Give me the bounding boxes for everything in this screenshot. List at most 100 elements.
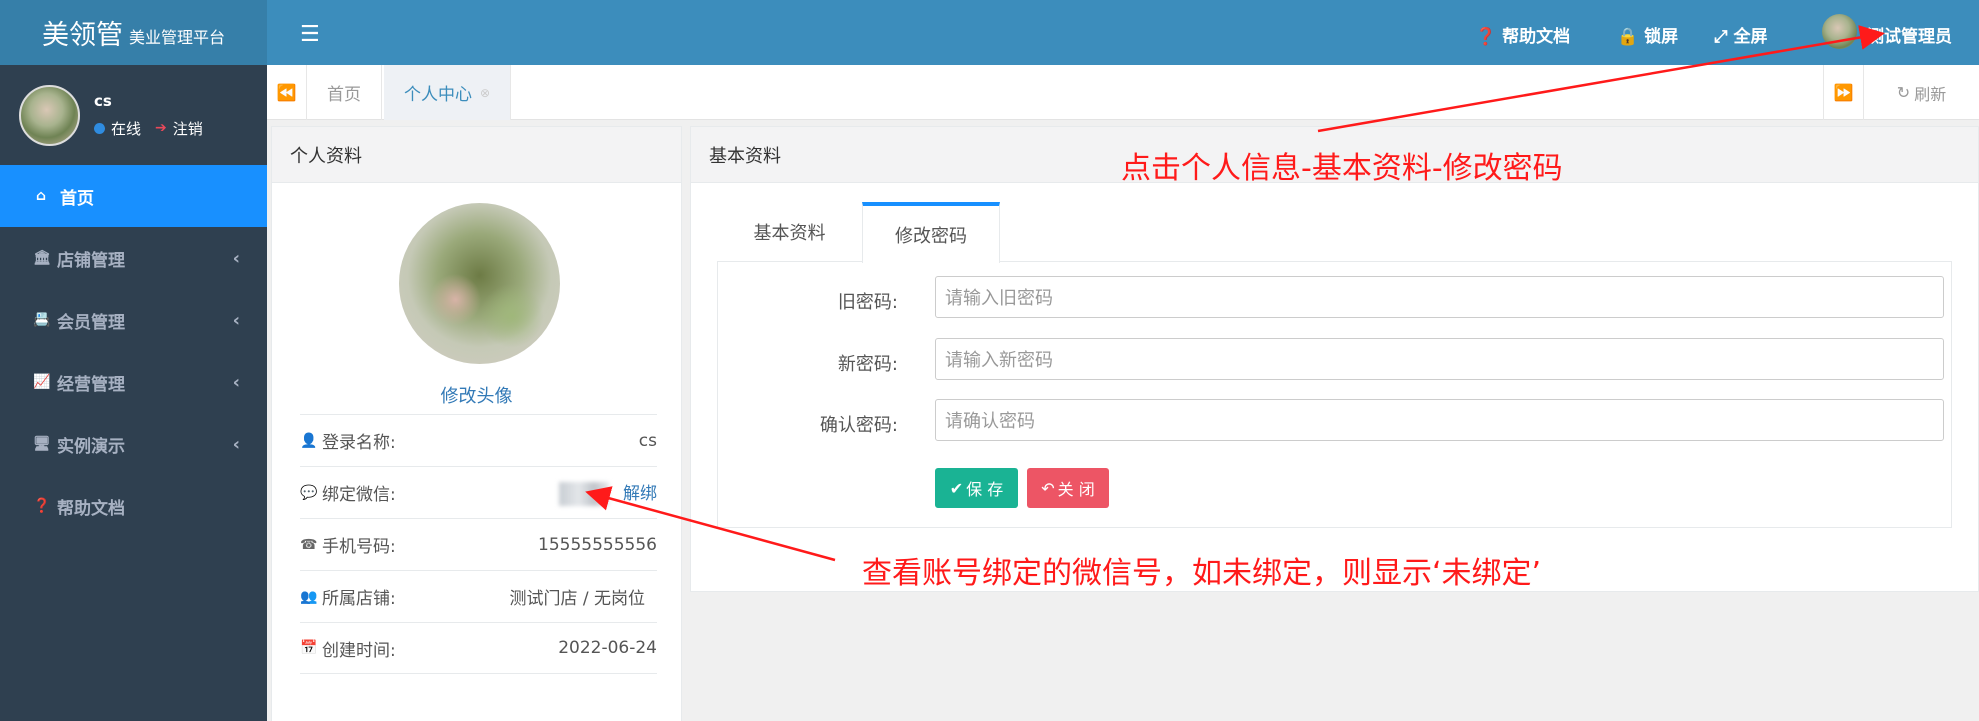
admin-avatar[interactable]: [1822, 14, 1857, 49]
sidebar-item-member[interactable]: 📇 会员管理 ‹: [0, 289, 267, 351]
chevron-left-icon: ‹: [232, 433, 240, 455]
wechat-account-blurred: [559, 482, 609, 506]
online-dot-icon: [94, 122, 105, 134]
close-button[interactable]: ↶ 关 闭: [1027, 468, 1109, 508]
user-avatar[interactable]: [19, 84, 80, 146]
desktop-icon: 🖥: [33, 436, 51, 452]
sidebar-item-label: 会员管理: [57, 312, 125, 333]
fullscreen-label: 全屏: [1733, 27, 1768, 47]
info-label: 所属店铺:: [322, 589, 396, 609]
info-value: 测试门店 / 无岗位: [509, 589, 645, 609]
check-icon: ✔: [949, 478, 964, 498]
brand[interactable]: 美领管 美业管理平台: [0, 0, 267, 65]
refresh-icon: ↻: [1896, 83, 1911, 102]
new-password-input[interactable]: 请输入新密码: [935, 338, 1944, 380]
sidebar: 美领管 美业管理平台 cs 在线 ➔ 注销 ⌂ 首页 🏛 店铺管理 ‹ 📇 会员…: [0, 0, 267, 721]
old-password-input[interactable]: 请输入旧密码: [935, 276, 1944, 318]
new-password-label: 新密码:: [837, 354, 898, 375]
info-row-store: 👥 所属店铺: 测试门店 / 无岗位: [300, 570, 657, 622]
unbind-link[interactable]: 解绑: [623, 484, 657, 504]
change-password-form: 旧密码: 请输入旧密码 新密码: 请输入新密码 确认密码: 请确认密码 ✔ 保 …: [717, 262, 1952, 528]
info-row-created: 📅 创建时间: 2022-06-24: [300, 622, 657, 674]
home-icon: ⌂: [36, 188, 47, 204]
user-panel: cs 在线 ➔ 注销: [0, 65, 267, 165]
sidebar-item-demo[interactable]: 🖥 实例演示 ‹: [0, 413, 267, 475]
confirm-password-input[interactable]: 请确认密码: [935, 399, 1944, 441]
tab-profile-label: 个人中心: [404, 85, 472, 105]
brand-name: 美领管: [41, 20, 123, 51]
info-value: cs: [638, 430, 657, 451]
top-navbar: ☰ ❓ 帮助文档 🔒 锁屏 ⤢ 全屏 测试管理员: [267, 0, 1979, 65]
info-label: 创建时间:: [322, 640, 396, 661]
profile-avatar[interactable]: [399, 203, 560, 364]
change-avatar-link[interactable]: 修改头像: [272, 382, 681, 408]
user-icon: 👤: [300, 432, 318, 449]
calendar-icon: 📅: [300, 640, 318, 656]
sign-out-icon[interactable]: ➔: [155, 120, 167, 136]
lock-icon: 🔒: [1617, 27, 1639, 47]
help-docs-link[interactable]: ❓ 帮助文档: [1475, 22, 1570, 47]
chevron-left-icon: ‹: [232, 247, 240, 269]
info-value: 15555555556: [538, 534, 657, 555]
chevron-left-icon: ‹: [232, 371, 240, 393]
users-icon: 👥: [300, 588, 318, 605]
tab-profile[interactable]: 个人中心 ⊗: [384, 65, 512, 120]
reply-icon: ↶: [1041, 478, 1055, 498]
expand-icon: ⤢: [1714, 27, 1728, 47]
logout-link[interactable]: 注销: [173, 118, 203, 139]
tab-change-password[interactable]: 修改密码: [862, 202, 1000, 263]
tab-scroll-left-icon[interactable]: ⏪: [267, 65, 307, 120]
profile-panel: 个人资料 修改头像 👤 登录名称: cs 💬 绑定微信: 解绑 ☎ 手机号码: 155…: [271, 126, 682, 721]
sidebar-item-label: 实例演示: [57, 436, 125, 457]
inner-tab-bar: 基本资料 修改密码: [717, 202, 1952, 263]
confirm-password-label: 确认密码:: [819, 415, 898, 436]
sidebar-item-label: 首页: [60, 188, 94, 209]
chevron-left-icon: ‹: [232, 309, 240, 331]
info-label: 登录名称:: [322, 433, 396, 453]
refresh-button[interactable]: ↻ 刷新: [1863, 65, 1979, 120]
annotation-bottom: 查看账号绑定的微信号，如未绑定，则显示‘未绑定’: [862, 556, 1542, 591]
fullscreen-link[interactable]: ⤢ 全屏: [1714, 22, 1768, 47]
sidebar-item-store[interactable]: 🏛 店铺管理 ‹: [0, 227, 267, 289]
question-circle-icon: ❓: [33, 498, 51, 514]
info-label: 手机号码:: [322, 537, 396, 557]
sidebar-item-label: 经营管理: [57, 374, 125, 395]
tab-basic-info[interactable]: 基本资料: [717, 202, 862, 262]
line-chart-icon: 📈: [33, 374, 51, 390]
sidebar-item-label: 帮助文档: [57, 498, 125, 519]
save-button[interactable]: ✔ 保 存: [935, 468, 1018, 508]
annotation-top: 点击个人信息-基本资料-修改密码: [1121, 151, 1563, 186]
question-circle-icon: ❓: [1475, 27, 1497, 47]
brand-subtitle: 美业管理平台: [128, 27, 225, 47]
tab-bar: ⏪ 首页 个人中心 ⊗ ⏩ ↻ 刷新: [267, 65, 1979, 120]
profile-panel-title: 个人资料: [272, 127, 681, 183]
tab-home-label: 首页: [327, 85, 361, 105]
info-row-wechat: 💬 绑定微信: 解绑: [300, 466, 657, 518]
info-label: 绑定微信:: [322, 485, 396, 505]
info-value: 2022-06-24: [558, 638, 657, 658]
help-docs-label: 帮助文档: [1502, 27, 1571, 47]
old-password-label: 旧密码:: [837, 292, 898, 313]
lock-label: 锁屏: [1644, 27, 1679, 47]
close-label: 关 闭: [1057, 480, 1095, 499]
menu-toggle-icon[interactable]: ☰: [300, 22, 320, 47]
id-card-icon: 📇: [33, 312, 51, 328]
phone-icon: ☎: [300, 536, 318, 553]
refresh-label: 刷新: [1914, 84, 1947, 104]
lock-screen-link[interactable]: 🔒 锁屏: [1617, 22, 1678, 47]
info-row-login: 👤 登录名称: cs: [300, 414, 657, 466]
sidebar-item-home[interactable]: ⌂ 首页: [0, 165, 267, 227]
wechat-icon: 💬: [300, 484, 318, 501]
user-name: cs: [94, 91, 112, 110]
sidebar-item-help[interactable]: ❓ 帮助文档: [0, 475, 267, 537]
online-status: 在线: [111, 119, 142, 138]
tab-scroll-right-icon[interactable]: ⏩: [1823, 65, 1863, 120]
save-label: 保 存: [966, 480, 1004, 499]
bank-icon: 🏛: [33, 250, 51, 266]
close-tab-icon[interactable]: ⊗: [480, 86, 490, 100]
admin-name[interactable]: 测试管理员: [1867, 22, 1952, 47]
tab-home[interactable]: 首页: [307, 65, 382, 120]
sidebar-item-business[interactable]: 📈 经营管理 ‹: [0, 351, 267, 413]
sidebar-item-label: 店铺管理: [57, 250, 125, 271]
basic-info-panel: 基本资料 基本资料 修改密码 旧密码: 请输入旧密码 新密码: 请输入新密码 确…: [690, 126, 1979, 592]
